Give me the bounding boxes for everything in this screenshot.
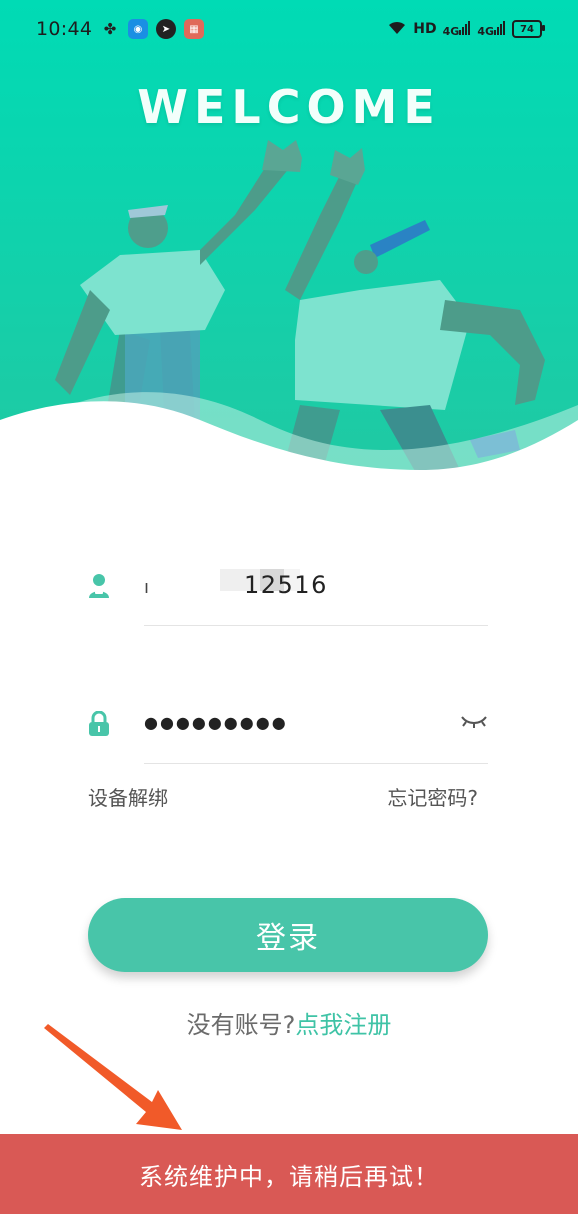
red-app-icon: ▦ <box>184 19 204 39</box>
register-prompt: 没有账号? <box>186 1011 296 1039</box>
password-underline <box>144 763 488 764</box>
hero-banner <box>0 0 578 500</box>
maintenance-toast: 系统维护中，请稍后再试！ <box>0 1134 578 1214</box>
device-unbind-link[interactable]: 设备解绑 <box>88 782 168 811</box>
notification-app-icon: ✤ <box>103 20 117 38</box>
wifi-icon <box>387 19 407 39</box>
eye-closed-icon[interactable] <box>460 713 488 733</box>
username-field: ı 12516 <box>88 565 488 627</box>
username-value: 12516 <box>244 571 328 599</box>
lock-icon <box>88 710 110 741</box>
welcome-title: WELCOME <box>137 80 441 134</box>
username-input[interactable]: ı 12516 <box>144 565 488 611</box>
login-screen: 10:44 ✤ ◉ ➤ ▦ HD 4G 4G 74 WELCOME ı 1251… <box>0 0 578 1214</box>
forgot-password-link[interactable]: 忘记密码? <box>387 782 478 811</box>
signal-icon-1: 4G <box>443 20 472 38</box>
blue-app-icon: ◉ <box>128 19 148 39</box>
toast-message: 系统维护中，请稍后再试！ <box>139 1162 439 1191</box>
annotation-arrow-icon <box>44 1024 182 1130</box>
register-link[interactable]: 点我注册 <box>295 1011 391 1039</box>
status-time: 10:44 <box>36 18 93 40</box>
status-bar: 10:44 ✤ ◉ ➤ ▦ HD 4G 4G 74 <box>0 0 578 62</box>
auxiliary-links: 设备解绑 忘记密码? <box>88 782 478 812</box>
status-indicators: HD 4G 4G 74 <box>387 19 545 39</box>
signal-icon-2: 4G <box>477 20 506 38</box>
battery-icon: 74 <box>512 20 545 38</box>
hd-label: HD <box>413 21 437 37</box>
login-button[interactable]: 登录 <box>88 898 488 972</box>
password-input[interactable]: ●●●●●●●●● <box>144 703 488 749</box>
hero-illustration <box>0 0 578 500</box>
black-app-icon: ➤ <box>156 19 176 39</box>
user-icon <box>88 573 110 603</box>
status-app-icons: ✤ ◉ ➤ ▦ <box>100 19 204 39</box>
username-underline <box>144 625 488 626</box>
password-value: ●●●●●●●●● <box>144 713 288 732</box>
password-field: ●●●●●●●●● <box>88 703 488 765</box>
